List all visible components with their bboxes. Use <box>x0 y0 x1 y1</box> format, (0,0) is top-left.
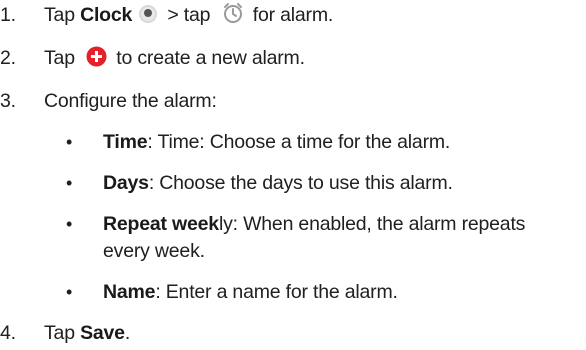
alarm-clock-icon <box>222 2 244 31</box>
sub-item-text: Time: Time: Choose a time for the alarm. <box>103 129 450 155</box>
step-1-mid: > tap <box>162 4 216 26</box>
sub-item-desc: : Choose the days to use this alarm. <box>148 172 453 194</box>
step-4-bold-save: Save <box>80 322 125 344</box>
sub-item-term: Time <box>103 131 148 153</box>
sub-item-desc: ly: When enabled, the alarm repeats <box>218 213 526 235</box>
sub-item-text: Repeat weekly: When enabled, the alarm r… <box>103 211 525 237</box>
step-text: Tap Clock > tap for alarm. <box>44 2 333 31</box>
step-number: 1. <box>0 4 16 26</box>
sub-item-term: Repeat week <box>103 213 219 235</box>
bullet: • <box>66 282 73 302</box>
step-number: 3. <box>0 90 16 112</box>
bullet: • <box>66 173 73 193</box>
step-number: 2. <box>0 47 16 69</box>
bullet: • <box>66 132 73 152</box>
sub-item-text: Name: Enter a name for the alarm. <box>103 279 398 305</box>
step-4-pre: Tap <box>44 322 81 344</box>
step-4-post: . <box>124 322 131 344</box>
step-1-post: for alarm. <box>247 4 334 26</box>
sub-item-desc: : Time: Choose a time for the alarm. <box>147 131 451 153</box>
step-text: Tap Save. <box>44 320 130 346</box>
clock-app-icon <box>138 4 158 31</box>
sub-item-desc: : Enter a name for the alarm. <box>155 281 398 303</box>
step-1-pre: Tap <box>44 4 81 26</box>
add-circle-icon <box>86 46 107 74</box>
sub-item-text: Days: Choose the days to use this alarm. <box>103 170 453 196</box>
sub-item-continuation: every week. <box>103 240 205 262</box>
instruction-document: 1. Tap Clock > tap for alarm. 2. Tap to … <box>0 0 586 350</box>
step-number: 4. <box>0 322 16 344</box>
step-text: Tap to create a new alarm. <box>44 45 305 74</box>
step-text: Configure the alarm: <box>44 90 217 112</box>
step-1-bold-clock: Clock <box>80 4 133 26</box>
step-2-pre: Tap <box>44 47 81 69</box>
sub-item-term: Days <box>103 172 149 194</box>
step-2-post: to create a new alarm. <box>111 47 305 69</box>
bullet: • <box>66 214 73 234</box>
sub-item-term: Name <box>103 281 156 303</box>
